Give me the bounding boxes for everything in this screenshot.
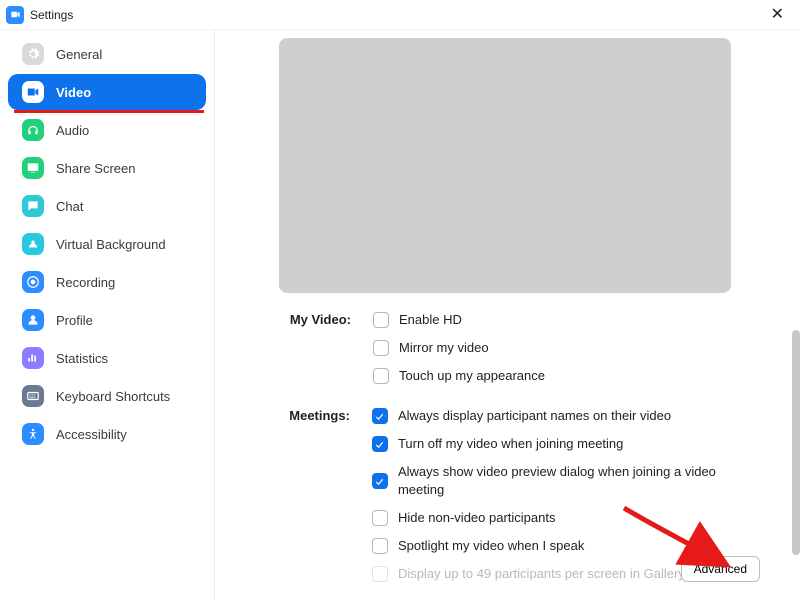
scrollbar[interactable] xyxy=(792,330,800,555)
option-label: Enable HD xyxy=(399,311,462,329)
sidebar-item-recording[interactable]: Recording xyxy=(8,264,206,300)
option-preview-dialog[interactable]: Always show video preview dialog when jo… xyxy=(372,463,760,499)
option-spotlight[interactable]: Spotlight my video when I speak xyxy=(372,537,760,555)
statistics-icon xyxy=(22,347,44,369)
sidebar-item-label: General xyxy=(56,47,102,62)
sidebar-item-audio[interactable]: Audio xyxy=(8,112,206,148)
option-display-names[interactable]: Always display participant names on thei… xyxy=(372,407,760,425)
chat-icon xyxy=(22,195,44,217)
video-preview xyxy=(279,38,731,293)
option-mirror-video[interactable]: Mirror my video xyxy=(373,339,545,357)
checkbox-icon xyxy=(372,566,388,582)
option-label: Spotlight my video when I speak xyxy=(398,537,584,555)
option-turn-off-video[interactable]: Turn off my video when joining meeting xyxy=(372,435,760,453)
gear-icon xyxy=(22,43,44,65)
checkbox-icon xyxy=(372,473,388,489)
section-title: Meetings: xyxy=(279,407,350,583)
sidebar-item-share-screen[interactable]: Share Screen xyxy=(8,150,206,186)
checkbox-icon xyxy=(372,538,388,554)
option-label: Touch up my appearance xyxy=(399,367,545,385)
checkbox-icon xyxy=(372,436,388,452)
sidebar-item-profile[interactable]: Profile xyxy=(8,302,206,338)
video-icon xyxy=(22,81,44,103)
title-bar: Settings ✕ xyxy=(0,0,800,30)
section-my-video: My Video: Enable HD Mirror my video Touc… xyxy=(279,311,760,385)
close-icon[interactable]: ✕ xyxy=(765,5,790,25)
option-enable-hd[interactable]: Enable HD xyxy=(373,311,545,329)
checkbox-icon xyxy=(373,340,389,356)
sidebar-item-chat[interactable]: Chat xyxy=(8,188,206,224)
sidebar-item-virtual-background[interactable]: Virtual Background xyxy=(8,226,206,262)
recording-icon xyxy=(22,271,44,293)
sidebar-item-label: Virtual Background xyxy=(56,237,166,252)
sidebar: General Video Audio Share Screen Chat xyxy=(0,30,215,600)
content-pane: My Video: Enable HD Mirror my video Touc… xyxy=(215,30,800,600)
profile-icon xyxy=(22,309,44,331)
sidebar-item-label: Chat xyxy=(56,199,83,214)
checkbox-icon xyxy=(372,408,388,424)
sidebar-item-general[interactable]: General xyxy=(8,36,206,72)
option-touch-up[interactable]: Touch up my appearance xyxy=(373,367,545,385)
checkbox-icon xyxy=(372,510,388,526)
virtual-background-icon xyxy=(22,233,44,255)
option-label: Turn off my video when joining meeting xyxy=(398,435,623,453)
sidebar-item-label: Accessibility xyxy=(56,427,127,442)
app-icon xyxy=(6,6,24,24)
option-label: Display up to 49 participants per screen… xyxy=(398,565,716,583)
checkbox-icon xyxy=(373,368,389,384)
sidebar-item-label: Recording xyxy=(56,275,115,290)
sidebar-item-label: Profile xyxy=(56,313,93,328)
accessibility-icon xyxy=(22,423,44,445)
sidebar-item-accessibility[interactable]: Accessibility xyxy=(8,416,206,452)
share-screen-icon xyxy=(22,157,44,179)
advanced-button[interactable]: Advanced xyxy=(681,556,760,582)
sidebar-item-keyboard-shortcuts[interactable]: Keyboard Shortcuts xyxy=(8,378,206,414)
section-title: My Video: xyxy=(279,311,351,385)
checkbox-icon xyxy=(373,312,389,328)
window-title: Settings xyxy=(30,8,73,22)
sidebar-item-label: Video xyxy=(56,85,91,100)
option-label: Mirror my video xyxy=(399,339,489,357)
sidebar-item-statistics[interactable]: Statistics xyxy=(8,340,206,376)
sidebar-item-video[interactable]: Video xyxy=(8,74,206,110)
option-label: Always show video preview dialog when jo… xyxy=(398,463,760,499)
headphones-icon xyxy=(22,119,44,141)
option-label: Hide non-video participants xyxy=(398,509,556,527)
sidebar-item-label: Statistics xyxy=(56,351,108,366)
sidebar-item-label: Share Screen xyxy=(56,161,136,176)
sidebar-item-label: Audio xyxy=(56,123,89,138)
option-hide-nonvideo[interactable]: Hide non-video participants xyxy=(372,509,760,527)
keyboard-icon xyxy=(22,385,44,407)
option-label: Always display participant names on thei… xyxy=(398,407,671,425)
sidebar-item-label: Keyboard Shortcuts xyxy=(56,389,170,404)
